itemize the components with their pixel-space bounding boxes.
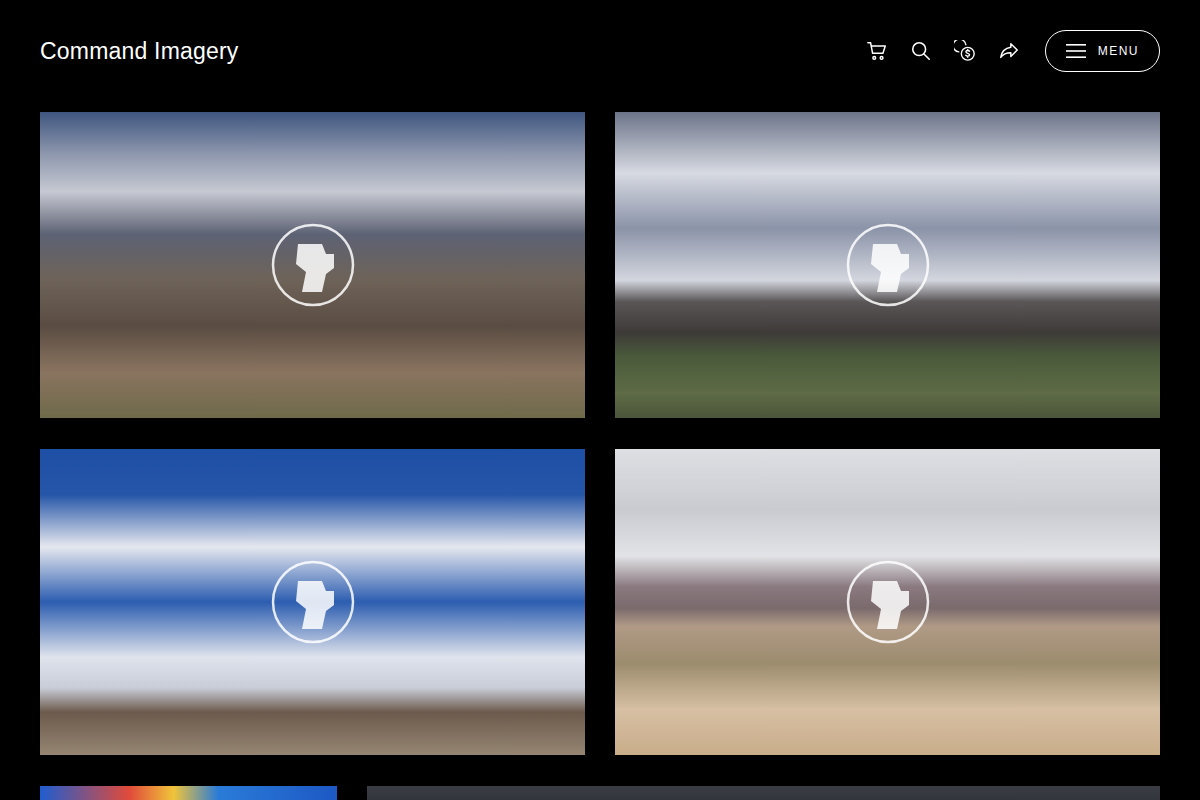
watermark-icon [270, 222, 356, 308]
watermark-icon [270, 559, 356, 645]
watermark-icon [845, 559, 931, 645]
cart-icon[interactable] [865, 39, 889, 63]
header-icons [865, 39, 1021, 63]
menu-button[interactable]: MENU [1045, 30, 1160, 72]
photo-tile[interactable] [40, 786, 337, 800]
watermark-icon [845, 222, 931, 308]
currency-icon[interactable] [953, 39, 977, 63]
site-header: Command Imagery MENU [0, 0, 1200, 102]
photo-tile[interactable] [367, 786, 1160, 800]
share-icon[interactable] [997, 39, 1021, 63]
photo-tile[interactable] [615, 449, 1160, 755]
photo-tile[interactable] [40, 112, 585, 418]
hamburger-icon [1066, 44, 1086, 58]
photo-tile[interactable] [615, 112, 1160, 418]
menu-label: MENU [1098, 42, 1139, 60]
site-title[interactable]: Command Imagery [40, 34, 239, 69]
photo-gallery [0, 102, 1200, 800]
search-icon[interactable] [909, 39, 933, 63]
photo-tile[interactable] [40, 449, 585, 755]
